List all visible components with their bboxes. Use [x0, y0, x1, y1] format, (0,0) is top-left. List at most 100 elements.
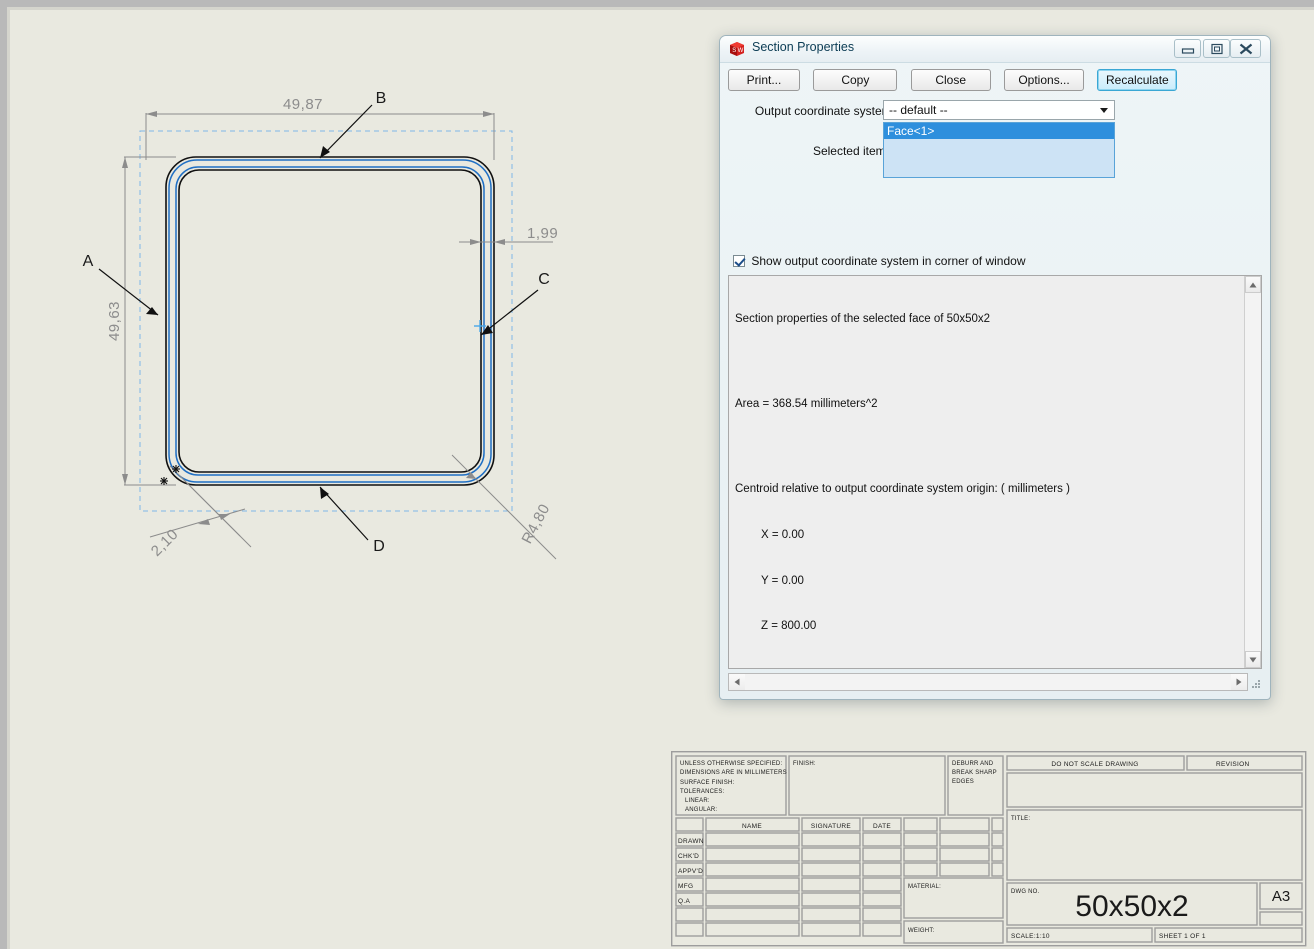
row-label-appvd: APPV'D: [678, 868, 703, 875]
row-label-qa: Q.A: [678, 898, 690, 905]
row-label-mfg: MFG: [678, 883, 693, 890]
leader-b: [319, 104, 373, 159]
triangle-down-icon: [1249, 657, 1257, 662]
results-horizontal-scrollbar[interactable]: [728, 673, 1248, 691]
width-dimension: [145, 111, 495, 160]
scale-label: SCALE:1:10: [1011, 933, 1050, 940]
chevron-down-icon: [1100, 108, 1108, 113]
horizontal-scrollbar-area: [728, 673, 1262, 691]
options-button[interactable]: Options...: [1004, 69, 1085, 91]
deburr-line-1: DEBURR AND: [952, 761, 994, 767]
section-properties-dialog[interactable]: S W Section Properties Print... Copy Clo…: [719, 35, 1271, 700]
title-block: UNLESS OTHERWISE SPECIFIED: DIMENSIONS A…: [671, 751, 1307, 947]
col-header-name: NAME: [742, 823, 762, 830]
notes-linear: LINEAR:: [685, 798, 710, 804]
weight-label: WEIGHT:: [908, 928, 935, 934]
notes-angular: ANGULAR:: [685, 807, 717, 813]
centroid-y: Y = 0.00: [761, 574, 804, 587]
results-text: Section properties of the selected face …: [729, 276, 1244, 668]
balloon-c-label: C: [538, 271, 550, 288]
scroll-left-button[interactable]: [729, 674, 745, 690]
profile-outer-blue: [168, 159, 492, 483]
construction-boundary: [139, 130, 513, 512]
dialog-toolbar: Print... Copy Close Options... Recalcula…: [728, 69, 1178, 91]
triangle-right-icon: [1236, 678, 1242, 686]
show-ocs-checkbox-label: Show output coordinate system in corner …: [751, 254, 1026, 268]
svg-text:S: S: [732, 48, 736, 54]
recalculate-button[interactable]: Recalculate: [1097, 69, 1178, 91]
profile-inner-blue: [175, 166, 485, 476]
height-dimension: [122, 156, 176, 486]
width-dimension-text: 49,87: [283, 96, 323, 113]
cad-drawing-view[interactable]: 49,87 49,63 1,99 2,10 R4,80 A B C D: [0, 0, 700, 700]
selected-items-listbox[interactable]: Face<1>: [883, 122, 1115, 178]
thickness-dimension-text: 1,99: [527, 225, 558, 242]
resize-grip-icon: [1252, 680, 1260, 688]
do-not-scale-label: DO NOT SCALE DRAWING: [1051, 761, 1138, 768]
scroll-right-button[interactable]: [1231, 674, 1247, 690]
col-header-signature: SIGNATURE: [811, 823, 852, 830]
notes-tolerances: TOLERANCES:: [680, 789, 725, 795]
maximize-button[interactable]: [1203, 39, 1230, 58]
corner-point-markers: [160, 465, 180, 485]
minimize-icon: [1181, 47, 1194, 54]
leader-d-arrow: [320, 487, 329, 499]
finish-label: FINISH:: [793, 761, 816, 767]
dialog-titlebar[interactable]: S W Section Properties: [720, 36, 1270, 63]
selected-items-label: Selected items:: [812, 144, 895, 158]
sheet-label: SHEET 1 OF 1: [1159, 933, 1206, 940]
dialog-body: Print... Copy Close Options... Recalcula…: [720, 62, 1270, 699]
deburr-line-2: BREAK SHARP: [952, 770, 997, 776]
centroid-z: Z = 800.00: [761, 620, 817, 633]
profile-outer-black: [165, 156, 495, 486]
height-dimension-text: 49,63: [106, 301, 123, 341]
revision-label: REVISION: [1216, 761, 1249, 768]
notes-units: DIMENSIONS ARE IN MILLIMETERS: [680, 770, 787, 776]
close-dialog-button[interactable]: Close: [910, 69, 991, 91]
maximize-icon: [1210, 43, 1223, 54]
leader-a-arrow: [146, 307, 158, 315]
centroid-x: X = 0.00: [761, 529, 805, 542]
row-label-chkd: CHK'D: [678, 853, 699, 860]
balloon-d-label: D: [373, 538, 385, 555]
close-icon: [1239, 43, 1252, 54]
minimize-button[interactable]: [1174, 39, 1201, 58]
dwg-no-label: DWG NO.: [1011, 889, 1040, 895]
output-coordinate-system-select[interactable]: -- default --: [883, 100, 1115, 120]
triangle-left-icon: [734, 678, 740, 686]
output-coordinate-system-label: Output coordinate system:: [754, 104, 895, 118]
centroid-header: Centroid relative to output coordinate s…: [735, 483, 1070, 496]
show-ocs-row[interactable]: Show output coordinate system in corner …: [733, 254, 1026, 268]
notes-unless: UNLESS OTHERWISE SPECIFIED:: [680, 761, 782, 767]
results-area: Area = 368.54 millimeters^2: [735, 398, 878, 411]
title-field-label: TITLE:: [1011, 816, 1030, 822]
profile-inner-black: [178, 169, 482, 473]
scroll-up-button[interactable]: [1245, 276, 1261, 293]
deburr-line-3: EDGES: [952, 779, 974, 785]
results-vertical-scrollbar[interactable]: [1244, 276, 1261, 668]
balloon-b-label: B: [376, 90, 387, 107]
scroll-down-button[interactable]: [1245, 651, 1261, 668]
balloon-a-label: A: [83, 253, 94, 270]
dwg-no-value: 50x50x2: [1075, 890, 1188, 923]
svg-text:W: W: [738, 48, 744, 54]
close-button[interactable]: [1230, 39, 1261, 58]
results-header: Section properties of the selected face …: [735, 313, 991, 326]
list-item[interactable]: Face<1>: [884, 123, 1114, 139]
solidworks-cube-icon: S W: [729, 41, 745, 57]
resize-grip[interactable]: [1249, 678, 1262, 691]
radius-dimension-text: R4,80: [519, 501, 554, 547]
notes-surface-finish: SURFACE FINISH:: [680, 780, 734, 786]
corner-dimension-text: 2,10: [148, 526, 182, 560]
show-ocs-checkbox[interactable]: [733, 255, 745, 267]
results-panel: Section properties of the selected face …: [728, 275, 1262, 669]
sheet-size-label: A3: [1272, 888, 1290, 905]
copy-button[interactable]: Copy: [813, 69, 898, 91]
print-button[interactable]: Print...: [728, 69, 800, 91]
dialog-title: Section Properties: [752, 40, 855, 54]
col-header-date: DATE: [873, 823, 891, 830]
output-coordinate-system-value: -- default --: [889, 103, 948, 117]
material-label: MATERIAL:: [908, 884, 941, 890]
triangle-up-icon: [1249, 282, 1257, 287]
row-label-drawn: DRAWN: [678, 838, 704, 845]
